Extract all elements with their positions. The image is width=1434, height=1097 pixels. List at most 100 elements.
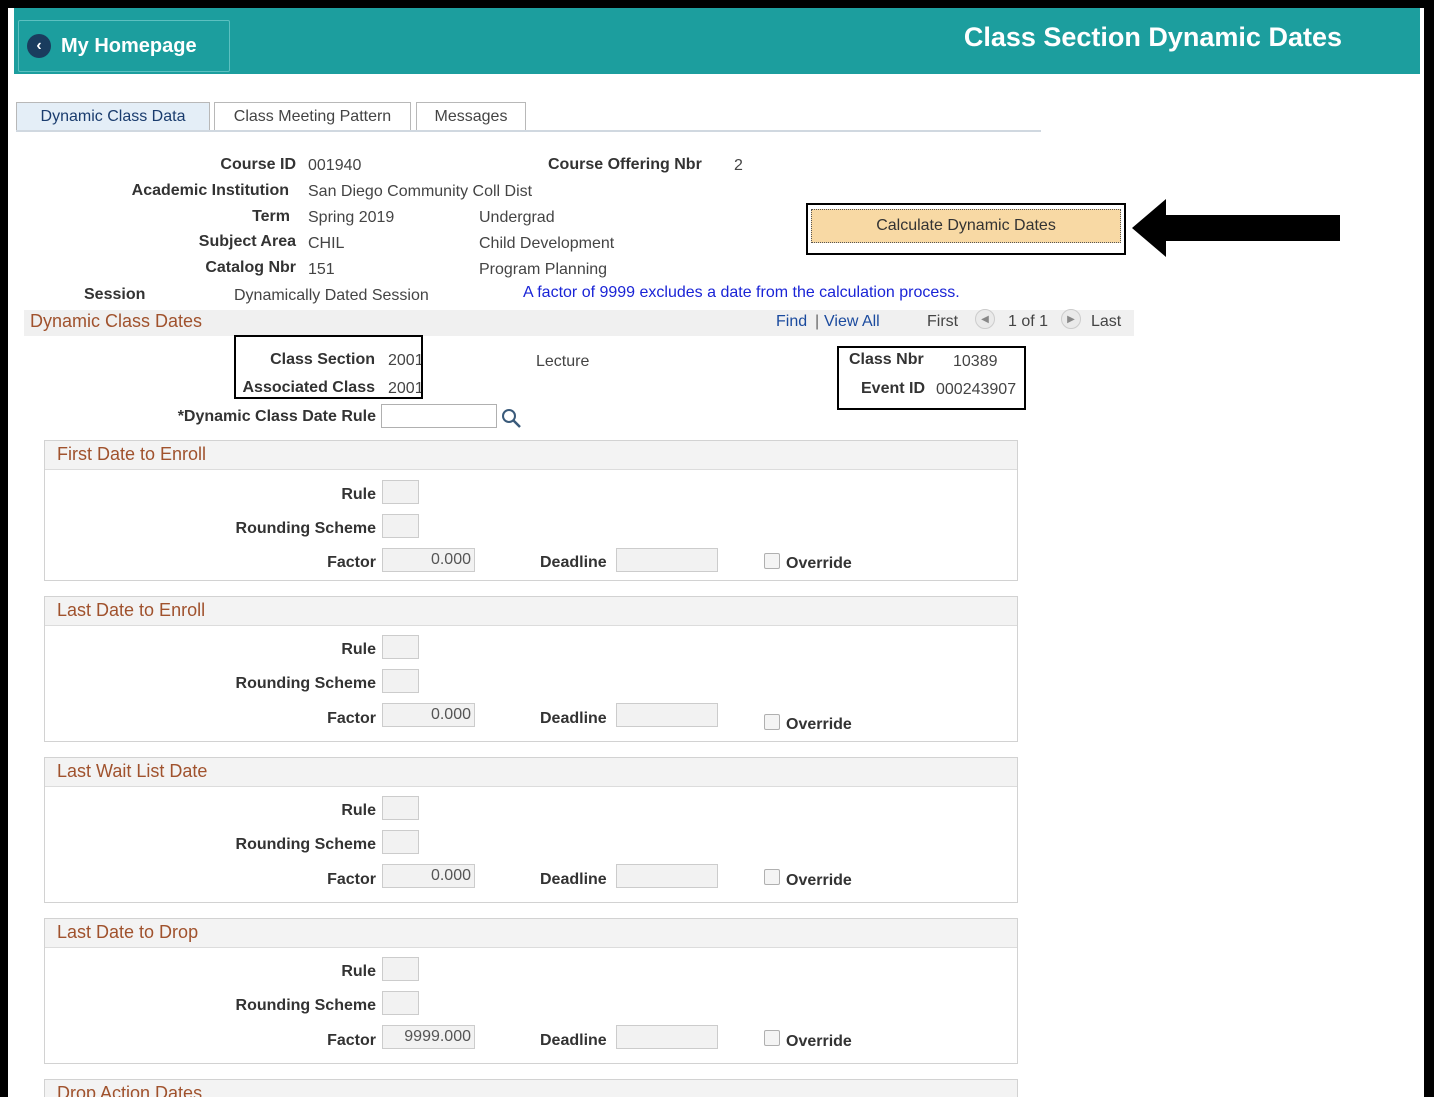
view-all-link[interactable]: View All bbox=[824, 313, 880, 331]
class-section-label: Class Section bbox=[270, 351, 375, 368]
session-label: Session bbox=[84, 286, 146, 303]
first-link[interactable]: First bbox=[927, 313, 958, 331]
override-label: Override bbox=[786, 555, 852, 572]
rounding-input[interactable] bbox=[382, 514, 419, 538]
rounding-label: Rounding Scheme bbox=[235, 520, 376, 537]
deadline-input[interactable] bbox=[616, 548, 718, 572]
dynamic-dates-title: Dynamic Class Dates bbox=[30, 311, 203, 331]
course-id-value: 001940 bbox=[308, 157, 362, 174]
group-title: Last Wait List Date bbox=[57, 761, 208, 781]
tab-messages[interactable]: Messages bbox=[416, 102, 526, 131]
rule-label: Rule bbox=[341, 802, 376, 819]
institution-label: Academic Institution bbox=[131, 182, 289, 199]
rounding-input[interactable] bbox=[382, 830, 419, 854]
rule-input[interactable] bbox=[382, 480, 419, 504]
group-last-date-to-enroll: Last Date to Enroll Rule Rounding Scheme… bbox=[44, 596, 1018, 742]
override-label: Override bbox=[786, 872, 852, 889]
rounding-label: Rounding Scheme bbox=[235, 836, 376, 853]
class-nbr-value: 10389 bbox=[953, 353, 998, 370]
factor-label: Factor bbox=[327, 871, 376, 888]
course-id-label: Course ID bbox=[220, 156, 296, 173]
rounding-label: Rounding Scheme bbox=[235, 675, 376, 692]
date-rule-label: *Dynamic Class Date Rule bbox=[177, 408, 376, 425]
deadline-label: Deadline bbox=[540, 554, 607, 571]
term-label: Term bbox=[252, 208, 290, 225]
offering-value: 2 bbox=[734, 157, 743, 174]
group-last-date-to-drop: Last Date to Drop Rule Rounding Scheme F… bbox=[44, 918, 1018, 1064]
header-bar: ‹ My Homepage Class Section Dynamic Date… bbox=[14, 8, 1420, 74]
factor-input[interactable]: 0.000 bbox=[382, 703, 475, 727]
next-arrow-icon[interactable]: ▶ bbox=[1061, 309, 1081, 329]
group-title: Drop Action Dates bbox=[57, 1083, 203, 1097]
deadline-input[interactable] bbox=[616, 864, 718, 888]
group-title: Last Date to Enroll bbox=[57, 600, 206, 620]
my-homepage-button[interactable]: ‹ My Homepage bbox=[18, 20, 230, 72]
associated-class-label: Associated Class bbox=[242, 379, 375, 396]
override-checkbox[interactable] bbox=[764, 1030, 780, 1046]
subject-desc: Child Development bbox=[479, 235, 615, 252]
override-checkbox[interactable] bbox=[764, 714, 780, 730]
factor-input[interactable]: 0.000 bbox=[382, 864, 475, 888]
find-link[interactable]: Find bbox=[776, 313, 807, 331]
class-nbr-label: Class Nbr bbox=[849, 351, 924, 368]
rule-input[interactable] bbox=[382, 957, 419, 981]
group-title: First Date to Enroll bbox=[57, 444, 207, 464]
previous-arrow-icon[interactable]: ◀ bbox=[975, 309, 995, 329]
offering-label: Course Offering Nbr bbox=[548, 156, 702, 173]
date-rule-input[interactable] bbox=[381, 404, 497, 428]
tab-underline bbox=[16, 130, 1041, 132]
catalog-label: Catalog Nbr bbox=[205, 259, 296, 276]
override-label: Override bbox=[786, 716, 852, 733]
component-value: Lecture bbox=[536, 353, 590, 370]
arrow-left-icon bbox=[1132, 199, 1340, 257]
rounding-input[interactable] bbox=[382, 991, 419, 1015]
group-first-date-to-enroll: First Date to Enroll Rule Rounding Schem… bbox=[44, 440, 1018, 581]
rule-label: Rule bbox=[341, 963, 376, 980]
last-link[interactable]: Last bbox=[1091, 313, 1121, 331]
page-frame: ‹ My Homepage Class Section Dynamic Date… bbox=[8, 8, 1424, 1097]
group-title: Last Date to Drop bbox=[57, 922, 199, 942]
page-title: Class Section Dynamic Dates bbox=[963, 22, 1342, 52]
rule-input[interactable] bbox=[382, 796, 419, 820]
override-checkbox[interactable] bbox=[764, 553, 780, 569]
tab-dynamic-class-data[interactable]: Dynamic Class Data bbox=[16, 102, 210, 131]
override-checkbox[interactable] bbox=[764, 869, 780, 885]
back-chevron-icon: ‹ bbox=[27, 34, 51, 58]
career-value: Undergrad bbox=[479, 209, 555, 226]
catalog-desc: Program Planning bbox=[479, 261, 608, 278]
nav-separator: | bbox=[815, 313, 820, 330]
factor-label: Factor bbox=[327, 1032, 376, 1049]
deadline-input[interactable] bbox=[616, 1025, 718, 1049]
home-label: My Homepage bbox=[61, 34, 197, 57]
session-value: Dynamically Dated Session bbox=[234, 287, 429, 304]
class-section-value: 2001 bbox=[388, 352, 421, 369]
search-icon[interactable] bbox=[500, 407, 522, 429]
rule-label: Rule bbox=[341, 641, 376, 658]
deadline-label: Deadline bbox=[540, 1032, 607, 1049]
subject-label: Subject Area bbox=[198, 233, 296, 250]
group-drop-action-dates: Drop Action Dates bbox=[44, 1079, 1018, 1097]
subject-value: CHIL bbox=[308, 235, 345, 252]
deadline-label: Deadline bbox=[540, 710, 607, 727]
calculate-dynamic-dates-button[interactable]: Calculate Dynamic Dates bbox=[811, 209, 1121, 243]
rule-input[interactable] bbox=[382, 635, 419, 659]
institution-value: San Diego Community Coll Dist bbox=[308, 183, 533, 200]
override-label: Override bbox=[786, 1033, 852, 1050]
factor-input[interactable]: 0.000 bbox=[382, 548, 475, 572]
deadline-label: Deadline bbox=[540, 871, 607, 888]
group-last-wait-list-date: Last Wait List Date Rule Rounding Scheme… bbox=[44, 757, 1018, 903]
associated-class-value: 2001 bbox=[388, 380, 421, 397]
factor-note: A factor of 9999 excludes a date from th… bbox=[523, 284, 960, 301]
term-value: Spring 2019 bbox=[308, 209, 395, 226]
event-id-value: 000243907 bbox=[936, 381, 1017, 398]
deadline-input[interactable] bbox=[616, 703, 718, 727]
tab-class-meeting-pattern[interactable]: Class Meeting Pattern bbox=[214, 102, 411, 131]
event-id-label: Event ID bbox=[861, 380, 926, 397]
catalog-value: 151 bbox=[308, 261, 335, 278]
row-count: 1 of 1 bbox=[1008, 313, 1049, 330]
factor-label: Factor bbox=[327, 554, 376, 571]
rounding-label: Rounding Scheme bbox=[235, 997, 376, 1014]
factor-input[interactable]: 9999.000 bbox=[382, 1025, 475, 1049]
rounding-input[interactable] bbox=[382, 669, 419, 693]
factor-label: Factor bbox=[327, 710, 376, 727]
